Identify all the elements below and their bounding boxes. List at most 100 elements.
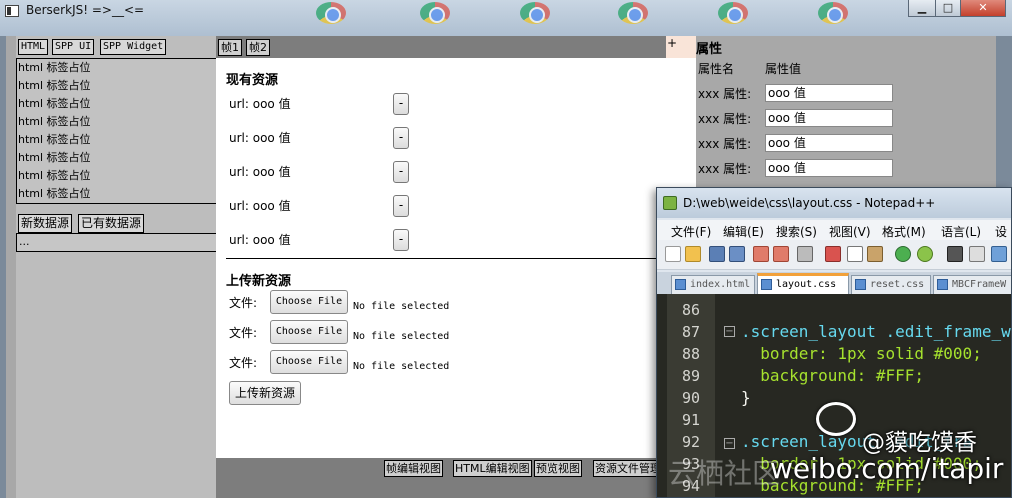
cut-icon[interactable] [825, 246, 841, 262]
undo-icon[interactable] [895, 246, 911, 262]
upload-resources-title: 上传新资源 [226, 274, 292, 289]
menu-file[interactable]: 文件(F) [671, 223, 711, 240]
menu-view[interactable]: 视图(V) [829, 223, 871, 240]
close-file-icon[interactable] [753, 246, 769, 262]
file-status: No file selected [353, 331, 450, 342]
tab-reset-css[interactable]: reset.css [851, 275, 931, 294]
tab-spp-ui[interactable]: SPP UI [52, 39, 95, 55]
code-line: } [741, 388, 751, 407]
fold-toggle-icon[interactable]: − [724, 438, 735, 449]
notepad-title-bar[interactable]: D:\web\weide\css\layout.css - Notepad++ [657, 188, 1011, 218]
resource-url: url: ooo 值 [229, 199, 291, 213]
list-item[interactable]: html 标签占位 [17, 167, 221, 185]
file-label: 文件: [229, 356, 258, 370]
minimize-button[interactable]: ▁ [908, 0, 936, 17]
line-number: 88 [681, 345, 701, 363]
column-header-name: 属性名 [698, 62, 735, 76]
find-icon[interactable] [947, 246, 963, 262]
tab-html[interactable]: HTML [18, 39, 49, 55]
property-value-field[interactable]: ooo 值 [765, 84, 893, 102]
menu-language[interactable]: 语言(L) [941, 223, 981, 240]
existing-resources-title: 现有资源 [226, 73, 279, 88]
remove-resource-button[interactable]: - [393, 229, 409, 251]
paste-icon[interactable] [867, 246, 883, 262]
file-icon [761, 279, 772, 290]
print-icon[interactable] [797, 246, 813, 262]
menu-edit[interactable]: 编辑(E) [723, 223, 764, 240]
tab-existing-datasource[interactable]: 已有数据源 [78, 214, 145, 233]
notepad-tab-bar: index.html layout.css reset.css MBCFrame… [657, 272, 1011, 294]
properties-title: 属性 [696, 42, 723, 57]
choose-file-button[interactable]: Choose File [270, 350, 348, 374]
line-number: 87 [681, 323, 701, 341]
file-status: No file selected [353, 301, 450, 312]
file-label: 文件: [229, 296, 258, 310]
html-tag-list: html 标签占位 html 标签占位 html 标签占位 html 标签占位 … [16, 58, 222, 204]
center-panel: 帧1 帧2 + 现有资源 url: ooo 值 - url: ooo 值 - u… [216, 36, 696, 498]
property-name: xxx 属性: [698, 112, 752, 126]
list-item[interactable]: html 标签占位 [17, 149, 221, 167]
file-label: 文件: [229, 326, 258, 340]
upload-button[interactable]: 上传新资源 [229, 381, 301, 405]
code-line: background: #FFF; [741, 366, 925, 385]
list-item[interactable]: html 标签占位 [17, 113, 221, 131]
choose-file-button[interactable]: Choose File [270, 290, 348, 314]
file-status: No file selected [353, 361, 450, 372]
replace-icon[interactable] [969, 246, 985, 262]
choose-file-button[interactable]: Choose File [270, 320, 348, 344]
tab-index-html[interactable]: index.html [671, 275, 755, 294]
tab-preview-view[interactable]: 预览视图 [534, 460, 582, 477]
add-frame-button[interactable]: + [666, 36, 696, 58]
code-line: border: 1px solid #000; [741, 344, 982, 363]
remove-resource-button[interactable]: - [393, 93, 409, 115]
notepad-toolbar [657, 240, 1011, 270]
open-file-icon[interactable] [685, 246, 701, 262]
watermark-url: weibo.com/itapir [770, 452, 1004, 485]
remove-resource-button[interactable]: - [393, 161, 409, 183]
line-number: 91 [681, 411, 701, 429]
line-number: 86 [681, 301, 701, 319]
list-item[interactable]: html 标签占位 [17, 185, 221, 203]
tab-resource-manager[interactable]: 资源文件管理 [593, 460, 663, 477]
list-item[interactable]: html 标签占位 [17, 59, 221, 77]
property-name: xxx 属性: [698, 162, 752, 176]
maximize-button[interactable]: □ [935, 0, 961, 17]
notepad-menu-bar: 文件(F) 编辑(E) 搜索(S) 视图(V) 格式(M) 语言(L) 设置 [657, 220, 1011, 256]
fold-toggle-icon[interactable]: − [724, 326, 735, 337]
tab-frame-edit-view[interactable]: 帧编辑视图 [384, 460, 443, 477]
property-value-field[interactable]: ooo 值 [765, 109, 893, 127]
column-header-value: 属性值 [765, 62, 802, 76]
list-item[interactable]: html 标签占位 [17, 77, 221, 95]
tab-frame-1[interactable]: 帧1 [218, 39, 242, 56]
watermark-faded: 云栖社区 [668, 457, 781, 490]
remove-resource-button[interactable]: - [393, 195, 409, 217]
save-all-icon[interactable] [729, 246, 745, 262]
property-value-field[interactable]: ooo 值 [765, 159, 893, 177]
copy-icon[interactable] [847, 246, 863, 262]
tab-layout-css[interactable]: layout.css [757, 273, 849, 294]
resource-url: url: ooo 值 [229, 131, 291, 145]
berserk-title-bar[interactable]: BerserkJS! =>__<= ▁ □ ✕ [0, 0, 1012, 24]
datasource-content: ... [16, 233, 222, 252]
redo-icon[interactable] [917, 246, 933, 262]
resource-url: url: ooo 值 [229, 233, 291, 247]
list-item[interactable]: html 标签占位 [17, 131, 221, 149]
remove-resource-button[interactable]: - [393, 127, 409, 149]
close-button[interactable]: ✕ [960, 0, 1006, 17]
property-value-field[interactable]: ooo 值 [765, 134, 893, 152]
resource-url: url: ooo 值 [229, 97, 291, 111]
tab-spp-widget[interactable]: SPP Widget [100, 39, 167, 55]
tab-frame-2[interactable]: 帧2 [246, 39, 270, 56]
notepad-icon [663, 196, 677, 210]
menu-search[interactable]: 搜索(S) [776, 223, 817, 240]
tab-new-datasource[interactable]: 新数据源 [18, 214, 73, 233]
close-all-icon[interactable] [773, 246, 789, 262]
tab-html-edit-view[interactable]: HTML编辑视图 [453, 460, 532, 477]
tab-mbcframe[interactable]: MBCFrameW [933, 275, 1011, 294]
zoom-in-icon[interactable] [991, 246, 1007, 262]
property-name: xxx 属性: [698, 87, 752, 101]
list-item[interactable]: html 标签占位 [17, 95, 221, 113]
menu-format[interactable]: 格式(M) [882, 223, 926, 240]
new-file-icon[interactable] [665, 246, 681, 262]
save-icon[interactable] [709, 246, 725, 262]
